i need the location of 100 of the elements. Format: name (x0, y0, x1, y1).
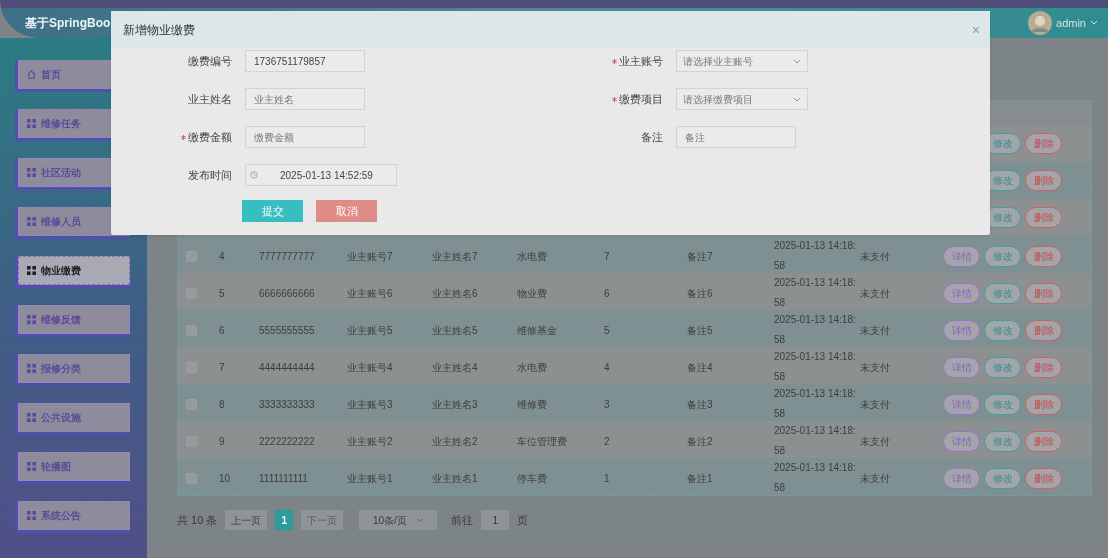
delete-button[interactable]: 删除 (1025, 356, 1062, 378)
details-button[interactable]: 详情 (943, 393, 980, 415)
edit-button[interactable]: 修改 (984, 467, 1021, 489)
submit-button[interactable]: 提交 (242, 200, 303, 222)
grid-icon (27, 364, 36, 373)
text-field[interactable]: 1736751179857 (245, 50, 365, 72)
row-number: 7 (219, 361, 225, 373)
row-checkbox[interactable] (186, 324, 197, 336)
delete-button[interactable]: 删除 (1025, 207, 1062, 228)
payment-item: 水电费 (517, 361, 547, 373)
page-size-select[interactable]: 10条/页 (359, 510, 438, 530)
payment-item: 维修费 (517, 398, 547, 410)
sidebar-item[interactable]: 公共设施 (18, 403, 130, 432)
field-label: 备注 (641, 129, 663, 145)
avatar-icon[interactable] (1028, 11, 1053, 35)
row-number: 10 (219, 472, 231, 484)
owner-name: 业主姓名7 (432, 250, 478, 262)
remark: 备注6 (687, 287, 713, 299)
select-field[interactable]: 请选择业主账号 (676, 50, 808, 72)
delete-button[interactable]: 删除 (1025, 393, 1062, 415)
payment-id: 5555555555 (259, 324, 315, 336)
required-icon (181, 134, 186, 140)
chevron-down-icon (416, 517, 424, 523)
row-checkbox[interactable] (186, 398, 197, 410)
payment-amount: 4 (604, 361, 610, 373)
delete-button[interactable]: 删除 (1025, 133, 1062, 154)
grid-icon (27, 119, 36, 128)
caret-icon[interactable] (1090, 20, 1098, 26)
required-icon (612, 58, 617, 64)
delete-button[interactable]: 删除 (1025, 282, 1062, 304)
sidebar-item[interactable]: 维修反馈 (18, 305, 130, 334)
dialog-title: 新增物业缴费 (123, 21, 195, 39)
payment-item: 维修基金 (517, 324, 557, 336)
select-field[interactable]: 请选择缴费项目 (676, 88, 808, 110)
payment-amount: 1 (604, 472, 610, 484)
delete-button[interactable]: 删除 (1025, 170, 1062, 191)
edit-button[interactable]: 修改 (984, 282, 1021, 304)
grid-icon (27, 266, 36, 275)
payment-id: 7777777777 (259, 250, 315, 262)
row-checkbox[interactable] (186, 472, 197, 484)
sidebar-item[interactable]: 物业缴费 (18, 256, 130, 285)
payment-id: 4444444444 (259, 361, 315, 373)
payment-item: 车位管理费 (517, 435, 567, 447)
payment-status: 未支付 (860, 287, 890, 299)
chevron-down-icon (793, 58, 801, 64)
edit-button[interactable]: 修改 (984, 430, 1021, 452)
row-number: 4 (219, 250, 225, 262)
edit-button[interactable]: 修改 (984, 245, 1021, 267)
delete-button[interactable]: 删除 (1025, 245, 1062, 267)
row-number: 6 (219, 324, 225, 336)
grid-icon (27, 413, 36, 422)
goto-label: 前往 (451, 512, 474, 528)
page-button[interactable]: 1 (275, 510, 294, 530)
grid-icon (27, 511, 36, 520)
details-button[interactable]: 详情 (943, 319, 980, 341)
details-button[interactable]: 详情 (943, 467, 980, 489)
payment-item: 停车费 (517, 472, 547, 484)
field-label: 业主姓名 (188, 91, 232, 107)
field-label: 发布时间 (188, 167, 232, 183)
grid-icon (27, 462, 36, 471)
payment-amount: 6 (604, 287, 610, 299)
goto-page-field[interactable]: 1 (481, 510, 510, 530)
cancel-button[interactable]: 取消 (316, 200, 377, 222)
publish-time: 2025-01-13 14:18:58 (774, 313, 857, 347)
user-name[interactable]: admin (1056, 14, 1086, 32)
payment-id: 2222222222 (259, 435, 315, 447)
edit-button[interactable]: 修改 (984, 356, 1021, 378)
details-button[interactable]: 详情 (943, 356, 980, 378)
owner-name: 业主姓名5 (432, 324, 478, 336)
sidebar-item[interactable]: 轮播图 (18, 452, 130, 481)
text-field[interactable]: 缴费金额 (245, 126, 365, 148)
remark: 备注1 (687, 472, 713, 484)
edit-button[interactable]: 修改 (984, 319, 1021, 341)
details-button[interactable]: 详情 (943, 245, 980, 267)
owner-name: 业主姓名3 (432, 398, 478, 410)
grid-icon (27, 217, 36, 226)
text-field[interactable]: 业主姓名 (245, 88, 365, 110)
field-label: 缴费项目 (619, 91, 663, 107)
sidebar-item[interactable]: 系统公告 (18, 501, 130, 530)
edit-button[interactable]: 修改 (984, 393, 1021, 415)
date-time-field[interactable]: 2025-01-13 14:52:59 (245, 164, 397, 186)
clock-icon (250, 171, 258, 179)
sidebar-item[interactable]: 报修分类 (18, 354, 130, 383)
payment-id: 6666666666 (259, 287, 315, 299)
publish-time: 2025-01-13 14:18:58 (774, 461, 857, 495)
details-button[interactable]: 详情 (943, 430, 980, 452)
row-checkbox[interactable] (186, 250, 197, 262)
owner-name: 业主姓名2 (432, 435, 478, 447)
payment-item: 水电费 (517, 250, 547, 262)
details-button[interactable]: 详情 (943, 282, 980, 304)
owner-name: 业主姓名4 (432, 361, 478, 373)
owner-account: 业主账号7 (347, 250, 393, 262)
close-button[interactable]: × (971, 22, 980, 37)
delete-button[interactable]: 删除 (1025, 430, 1062, 452)
owner-account: 业主账号1 (347, 472, 393, 484)
delete-button[interactable]: 删除 (1025, 319, 1062, 341)
payment-amount: 5 (604, 324, 610, 336)
text-field[interactable]: 备注 (676, 126, 796, 148)
publish-time: 2025-01-13 14:18:58 (774, 350, 857, 384)
delete-button[interactable]: 删除 (1025, 467, 1062, 489)
